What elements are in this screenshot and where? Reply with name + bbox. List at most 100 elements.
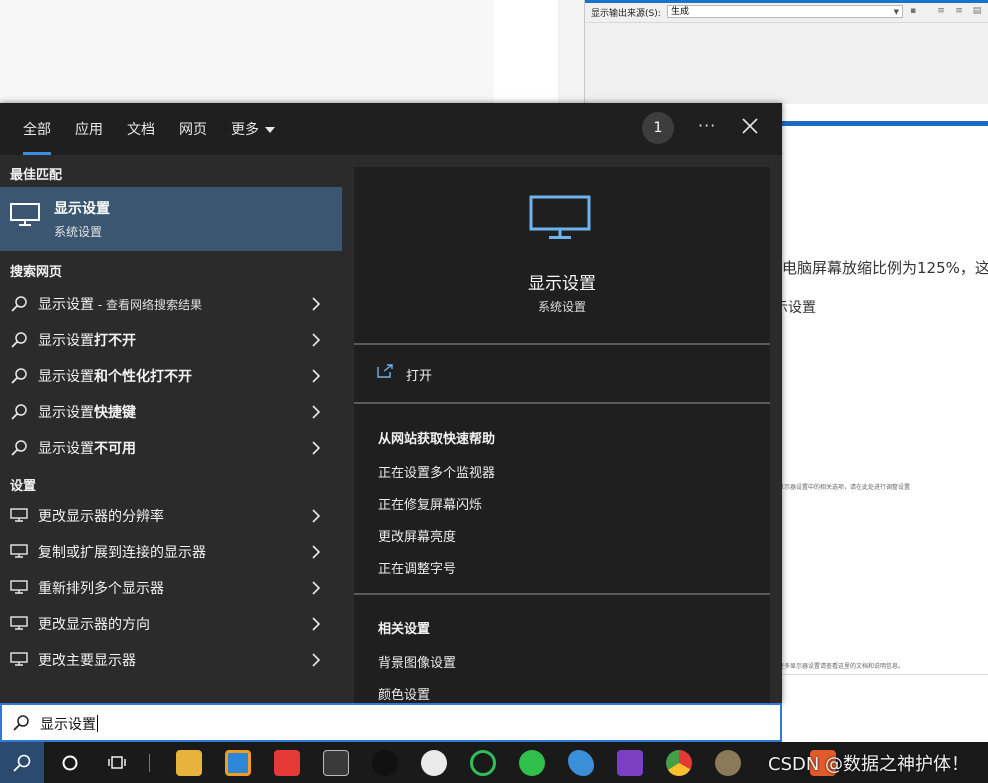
- help-link[interactable]: 正在修复屏幕闪烁: [378, 494, 482, 513]
- help-heading: 从网站获取快速帮助: [378, 432, 496, 447]
- best-match-heading: 最佳匹配: [10, 168, 63, 183]
- more-options-icon[interactable]: ···: [698, 116, 716, 135]
- chevron-right-icon: [312, 369, 321, 383]
- settings-result-text: 更改显示器的方向: [38, 617, 150, 633]
- vmware-icon[interactable]: [225, 750, 251, 776]
- refresh-app-icon[interactable]: [470, 750, 496, 776]
- chevron-right-icon: [312, 333, 321, 347]
- web-result-item[interactable]: 显示设置 - 查看网络搜索结果: [0, 285, 342, 321]
- related-settings-heading: 相关设置: [378, 622, 431, 637]
- chevron-right-icon: [312, 617, 321, 631]
- monitor-icon: [10, 203, 40, 226]
- qq-icon[interactable]: [372, 750, 398, 776]
- visual-studio-icon[interactable]: [617, 750, 643, 776]
- settings-result-item[interactable]: 更改显示器的方向: [0, 605, 342, 641]
- related-link[interactable]: 背景图像设置: [378, 652, 456, 671]
- dialog-clear-icon[interactable]: ▤: [971, 6, 983, 18]
- background-document: 电脑屏幕放缩比例为125%，这 示设置 显示器设置中的相关选项，请在此处进行调整…: [774, 104, 988, 742]
- web-result-text: 显示设置和个性化打不开: [38, 369, 192, 385]
- background-dialog: 显示输出来源(S): 生成 ▼ ▪ ≡ ≡ ▤: [584, 0, 988, 104]
- dialog-source-value: 生成: [671, 7, 690, 17]
- web-result-text: 显示设置 - 查看网络搜索结果: [38, 297, 202, 313]
- xmind-icon[interactable]: [274, 750, 300, 776]
- tab-all[interactable]: 全部: [23, 119, 51, 155]
- best-match-title: 显示设置: [54, 201, 110, 217]
- chevron-down-icon: [265, 127, 275, 133]
- search-icon: [11, 404, 27, 420]
- settings-result-item[interactable]: 复制或扩展到连接的显示器: [0, 533, 342, 569]
- dialog-tool-icon[interactable]: ▪: [907, 6, 919, 18]
- detail-subtitle: 系统设置: [537, 300, 586, 314]
- text-caret: [97, 715, 98, 732]
- close-icon[interactable]: [740, 115, 760, 137]
- settings-result-item[interactable]: 重新排列多个显示器: [0, 569, 342, 605]
- settings-result-text: 复制或扩展到连接的显示器: [38, 545, 206, 561]
- web-result-item[interactable]: 显示设置打不开: [0, 321, 342, 357]
- tab-more-label: 更多: [231, 122, 259, 138]
- dolphin-icon[interactable]: [568, 750, 594, 776]
- web-search-heading: 搜索网页: [10, 265, 63, 280]
- settings-result-text: 更改显示器的分辨率: [38, 509, 164, 525]
- document-header-bar: [782, 121, 988, 126]
- wechat-icon[interactable]: [519, 750, 545, 776]
- document-small-text: 更多显示器设置请查看这里的文档和说明信息。: [778, 663, 905, 670]
- web-result-text: 显示设置不可用: [38, 441, 136, 457]
- open-external-icon: [377, 364, 393, 378]
- help-link[interactable]: 更改屏幕亮度: [378, 526, 456, 545]
- web-result-item[interactable]: 显示设置和个性化打不开: [0, 357, 342, 393]
- dialog-source-label: 显示输出来源(S):: [591, 9, 661, 19]
- detail-divider: [354, 593, 770, 595]
- background-window-left: [0, 0, 494, 104]
- watermark: CSDN @数据之神护体！: [768, 754, 970, 775]
- chevron-right-icon: [312, 297, 321, 311]
- search-tab-bar: 全部 应用 文档 网页 更多 1 ···: [0, 103, 782, 155]
- web-result-text: 显示设置快捷键: [38, 405, 136, 421]
- taskbar-search-button[interactable]: [0, 742, 44, 783]
- search-query: 显示设置: [40, 715, 98, 733]
- best-match-subtitle: 系统设置: [54, 225, 103, 239]
- settings-result-item[interactable]: 更改显示器的分辨率: [0, 497, 342, 533]
- snipping-icon[interactable]: [323, 750, 349, 776]
- dialog-align2-icon[interactable]: ≡: [953, 6, 965, 18]
- monitor-icon: [10, 616, 28, 630]
- dialog-source-select[interactable]: 生成 ▼: [667, 5, 903, 18]
- tab-more[interactable]: 更多: [231, 119, 275, 139]
- document-small-text: 显示器设置中的相关选项，请在此处进行调整设置: [778, 484, 911, 491]
- detail-pane: 显示设置 系统设置 打开 从网站获取快速帮助 正在设置多个监视器 正在修复屏幕闪…: [354, 167, 770, 703]
- settings-result-text: 重新排列多个显示器: [38, 581, 164, 597]
- detail-divider: [354, 402, 770, 404]
- task-view-icon[interactable]: [108, 754, 128, 772]
- monitor-icon: [10, 652, 28, 666]
- background-window-gap: [494, 0, 558, 104]
- chrome-icon[interactable]: [666, 750, 692, 776]
- results-list: 最佳匹配 显示设置 系统设置 搜索网页 显示设置 - 查看网络搜索结果 显示设置…: [0, 155, 342, 703]
- document-divider: [782, 674, 988, 675]
- search-input[interactable]: 显示设置: [0, 703, 782, 742]
- tab-documents[interactable]: 文档: [127, 119, 155, 139]
- detail-divider: [354, 343, 770, 345]
- help-link[interactable]: 正在调整字号: [378, 558, 456, 577]
- tab-web[interactable]: 网页: [179, 119, 207, 139]
- chat-icon[interactable]: [421, 750, 447, 776]
- rewards-badge[interactable]: 1: [642, 112, 674, 144]
- chevron-right-icon: [312, 405, 321, 419]
- settings-result-item[interactable]: 更改主要显示器: [0, 641, 342, 677]
- cortana-icon[interactable]: [61, 754, 79, 772]
- settings-result-text: 更改主要显示器: [38, 653, 136, 669]
- web-result-item[interactable]: 显示设置快捷键: [0, 393, 342, 429]
- search-icon: [11, 332, 27, 348]
- open-label: 打开: [406, 369, 433, 384]
- related-link[interactable]: 颜色设置: [378, 684, 430, 703]
- file-explorer-icon[interactable]: [176, 750, 202, 776]
- best-match-result[interactable]: 显示设置 系统设置: [0, 187, 342, 251]
- search-icon: [13, 754, 31, 772]
- dialog-align-icon[interactable]: ≡: [935, 6, 947, 18]
- search-icon: [11, 296, 27, 312]
- tab-apps[interactable]: 应用: [75, 119, 103, 139]
- taskbar: CSDN @数据之神护体！: [0, 742, 988, 783]
- web-result-item[interactable]: 显示设置不可用: [0, 429, 342, 465]
- avatar-icon[interactable]: [715, 750, 741, 776]
- help-link[interactable]: 正在设置多个监视器: [378, 462, 495, 481]
- monitor-icon: [529, 195, 591, 239]
- detail-title: 显示设置: [528, 274, 596, 294]
